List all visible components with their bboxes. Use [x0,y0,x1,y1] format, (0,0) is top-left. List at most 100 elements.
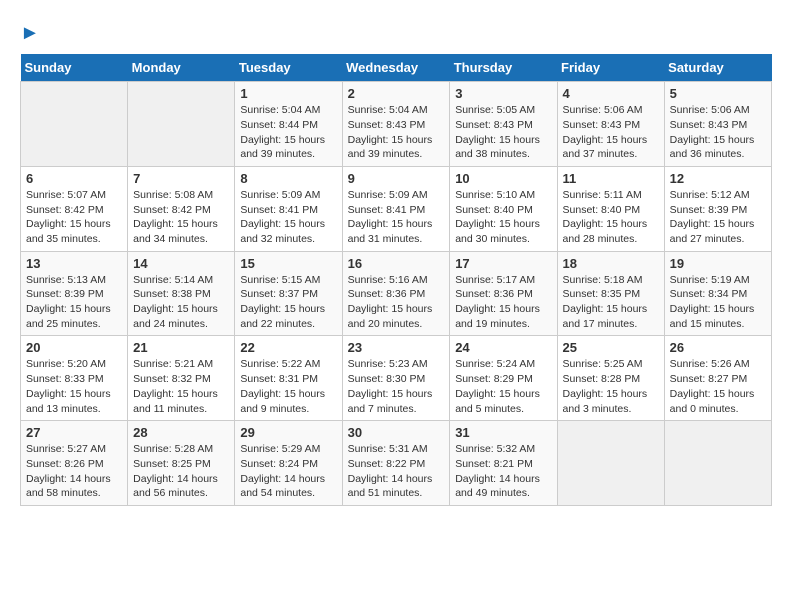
calendar-cell: 11Sunrise: 5:11 AM Sunset: 8:40 PM Dayli… [557,166,664,251]
calendar-cell: 15 Sunrise: 5:15 AM Sunset: 8:37 PM Dayli… [235,251,342,336]
day-info: Sunrise: 5:19 AM Sunset: 8:34 PM Dayligh… [670,273,766,332]
day-number: 21 [133,340,229,355]
calendar-cell: 2 Sunrise: 5:04 AM Sunset: 8:43 PM Daylig… [342,82,450,167]
calendar-cell: 21 Sunrise: 5:21 AM Sunset: 8:32 PM Dayli… [128,336,235,421]
day-number: 6 [26,171,122,186]
calendar-cell: 17 Sunrise: 5:17 AM Sunset: 8:36 PM Dayli… [450,251,557,336]
day-info: Sunrise: 5:06 AM Sunset: 8:43 PM Dayligh… [670,103,766,162]
day-number: 17 [455,256,551,271]
day-number: 13 [26,256,122,271]
calendar-cell: 30 Sunrise: 5:31 AM Sunset: 8:22 PM Dayli… [342,421,450,506]
calendar-cell: 28 Sunrise: 5:28 AM Sunset: 8:25 PM Dayli… [128,421,235,506]
day-info: Sunrise: 5:24 AM Sunset: 8:29 PM Dayligh… [455,357,551,416]
day-number: 2 [348,86,445,101]
day-number: 30 [348,425,445,440]
day-info: Sunrise: 5:21 AM Sunset: 8:32 PM Dayligh… [133,357,229,416]
calendar-cell: 14Sunrise: 5:14 AM Sunset: 8:38 PM Dayli… [128,251,235,336]
day-number: 7 [133,171,229,186]
day-number: 12 [670,171,766,186]
day-header-tuesday: Tuesday [235,54,342,82]
day-info: Sunrise: 5:04 AM Sunset: 8:44 PM Dayligh… [240,103,336,162]
calendar-table: SundayMondayTuesdayWednesdayThursdayFrid… [20,54,772,506]
day-info: Sunrise: 5:08 AM Sunset: 8:42 PM Dayligh… [133,188,229,247]
day-header-saturday: Saturday [664,54,771,82]
day-header-sunday: Sunday [21,54,128,82]
day-number: 26 [670,340,766,355]
day-info: Sunrise: 5:10 AM Sunset: 8:40 PM Dayligh… [455,188,551,247]
calendar-cell: 9Sunrise: 5:09 AM Sunset: 8:41 PM Daylig… [342,166,450,251]
day-number: 23 [348,340,445,355]
day-number: 22 [240,340,336,355]
calendar-cell: 1 Sunrise: 5:04 AM Sunset: 8:44 PM Daylig… [235,82,342,167]
day-number: 29 [240,425,336,440]
calendar-cell: 26 Sunrise: 5:26 AM Sunset: 8:27 PM Dayli… [664,336,771,421]
calendar-cell: 31 Sunrise: 5:32 AM Sunset: 8:21 PM Dayli… [450,421,557,506]
calendar-cell: 27 Sunrise: 5:27 AM Sunset: 8:26 PM Dayli… [21,421,128,506]
calendar-week-row: 27 Sunrise: 5:27 AM Sunset: 8:26 PM Dayli… [21,421,772,506]
day-info: Sunrise: 5:04 AM Sunset: 8:43 PM Dayligh… [348,103,445,162]
day-info: Sunrise: 5:12 AM Sunset: 8:39 PM Dayligh… [670,188,766,247]
day-number: 31 [455,425,551,440]
day-number: 27 [26,425,122,440]
day-info: Sunrise: 5:23 AM Sunset: 8:30 PM Dayligh… [348,357,445,416]
calendar-cell: 25 Sunrise: 5:25 AM Sunset: 8:28 PM Dayli… [557,336,664,421]
day-number: 10 [455,171,551,186]
calendar-cell: 6 Sunrise: 5:07 AM Sunset: 8:42 PM Daylig… [21,166,128,251]
logo: ► [20,20,40,44]
calendar-cell: 23 Sunrise: 5:23 AM Sunset: 8:30 PM Dayli… [342,336,450,421]
day-info: Sunrise: 5:14 AM Sunset: 8:38 PM Dayligh… [133,273,229,332]
calendar-week-row: 6 Sunrise: 5:07 AM Sunset: 8:42 PM Daylig… [21,166,772,251]
day-number: 8 [240,171,336,186]
day-info: Sunrise: 5:15 AM Sunset: 8:37 PM Dayligh… [240,273,336,332]
calendar-cell: 7 Sunrise: 5:08 AM Sunset: 8:42 PM Daylig… [128,166,235,251]
day-header-friday: Friday [557,54,664,82]
calendar-cell: 3Sunrise: 5:05 AM Sunset: 8:43 PM Daylig… [450,82,557,167]
day-info: Sunrise: 5:29 AM Sunset: 8:24 PM Dayligh… [240,442,336,501]
day-info: Sunrise: 5:13 AM Sunset: 8:39 PM Dayligh… [26,273,122,332]
calendar-body: 1 Sunrise: 5:04 AM Sunset: 8:44 PM Daylig… [21,82,772,506]
day-number: 15 [240,256,336,271]
calendar-cell [128,82,235,167]
day-number: 11 [563,171,659,186]
page-header: ► [20,20,772,44]
calendar-week-row: 20 Sunrise: 5:20 AM Sunset: 8:33 PM Dayli… [21,336,772,421]
day-number: 19 [670,256,766,271]
day-info: Sunrise: 5:16 AM Sunset: 8:36 PM Dayligh… [348,273,445,332]
day-number: 5 [670,86,766,101]
calendar-cell: 16Sunrise: 5:16 AM Sunset: 8:36 PM Dayli… [342,251,450,336]
day-info: Sunrise: 5:18 AM Sunset: 8:35 PM Dayligh… [563,273,659,332]
day-info: Sunrise: 5:07 AM Sunset: 8:42 PM Dayligh… [26,188,122,247]
day-header-monday: Monday [128,54,235,82]
calendar-cell: 10 Sunrise: 5:10 AM Sunset: 8:40 PM Dayli… [450,166,557,251]
day-number: 25 [563,340,659,355]
day-info: Sunrise: 5:25 AM Sunset: 8:28 PM Dayligh… [563,357,659,416]
calendar-header-row: SundayMondayTuesdayWednesdayThursdayFrid… [21,54,772,82]
day-info: Sunrise: 5:32 AM Sunset: 8:21 PM Dayligh… [455,442,551,501]
day-info: Sunrise: 5:31 AM Sunset: 8:22 PM Dayligh… [348,442,445,501]
day-info: Sunrise: 5:09 AM Sunset: 8:41 PM Dayligh… [240,188,336,247]
day-info: Sunrise: 5:22 AM Sunset: 8:31 PM Dayligh… [240,357,336,416]
calendar-cell: 12 Sunrise: 5:12 AM Sunset: 8:39 PM Dayli… [664,166,771,251]
day-info: Sunrise: 5:26 AM Sunset: 8:27 PM Dayligh… [670,357,766,416]
calendar-cell: 5 Sunrise: 5:06 AM Sunset: 8:43 PM Daylig… [664,82,771,167]
calendar-cell: 13 Sunrise: 5:13 AM Sunset: 8:39 PM Dayli… [21,251,128,336]
day-number: 9 [348,171,445,186]
calendar-cell: 4Sunrise: 5:06 AM Sunset: 8:43 PM Daylig… [557,82,664,167]
calendar-cell [21,82,128,167]
day-info: Sunrise: 5:28 AM Sunset: 8:25 PM Dayligh… [133,442,229,501]
calendar-cell: 19 Sunrise: 5:19 AM Sunset: 8:34 PM Dayli… [664,251,771,336]
day-number: 18 [563,256,659,271]
day-header-thursday: Thursday [450,54,557,82]
day-info: Sunrise: 5:20 AM Sunset: 8:33 PM Dayligh… [26,357,122,416]
day-info: Sunrise: 5:27 AM Sunset: 8:26 PM Dayligh… [26,442,122,501]
calendar-cell: 20 Sunrise: 5:20 AM Sunset: 8:33 PM Dayli… [21,336,128,421]
calendar-cell [557,421,664,506]
day-number: 28 [133,425,229,440]
day-info: Sunrise: 5:06 AM Sunset: 8:43 PM Dayligh… [563,103,659,162]
day-number: 20 [26,340,122,355]
day-info: Sunrise: 5:17 AM Sunset: 8:36 PM Dayligh… [455,273,551,332]
calendar-cell: 22 Sunrise: 5:22 AM Sunset: 8:31 PM Dayli… [235,336,342,421]
calendar-cell: 29 Sunrise: 5:29 AM Sunset: 8:24 PM Dayli… [235,421,342,506]
day-number: 1 [240,86,336,101]
calendar-cell [664,421,771,506]
